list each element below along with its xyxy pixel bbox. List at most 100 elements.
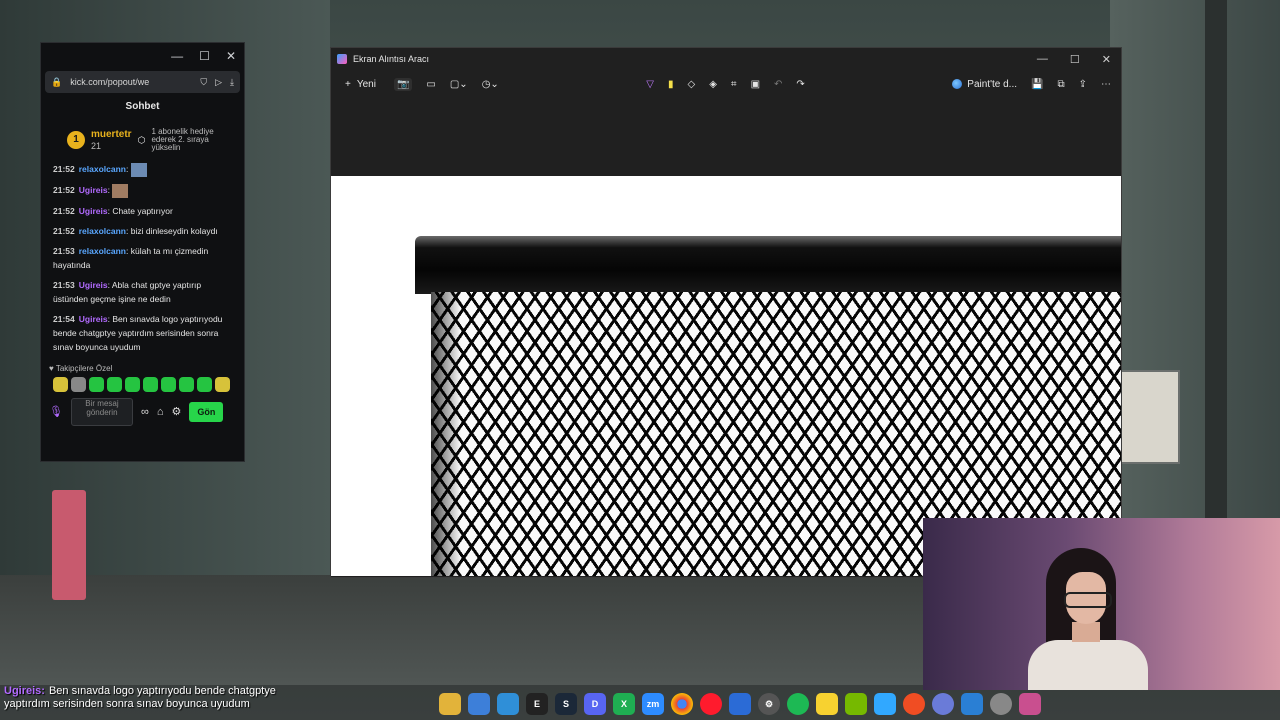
address-bar[interactable]: 🔒 kick.com/popout/we ⛉ ▷ ⤓ (45, 71, 240, 93)
emote-icon[interactable] (89, 376, 104, 392)
crop-icon[interactable]: ⌗ (731, 79, 737, 90)
store-icon[interactable]: ⌂ (157, 406, 164, 418)
new-snip-button[interactable]: + Yeni (341, 79, 380, 90)
emote-icon[interactable] (143, 376, 158, 392)
emote-bar (41, 376, 244, 392)
copy-icon[interactable]: ⧉ (1057, 79, 1064, 90)
text-actions-icon[interactable]: ▣ (751, 79, 760, 90)
photoshop-icon[interactable] (874, 693, 896, 715)
app2-icon[interactable] (903, 693, 925, 715)
shield-icon[interactable]: ⛉ (200, 77, 207, 88)
open-in-paint-button[interactable]: Paint'te d... (952, 79, 1017, 90)
chat-username[interactable]: Ugireis (79, 206, 108, 216)
chat-username[interactable]: Ugireis (79, 314, 108, 324)
maximize-icon[interactable]: ☐ (199, 49, 210, 63)
background-sign (52, 490, 86, 600)
snip-title: Ekran Alıntısı Aracı (353, 54, 430, 64)
mesh-basket-rim (415, 236, 1121, 294)
timer-icon[interactable]: ◷⌄ (482, 79, 499, 90)
paint-icon (952, 79, 963, 89)
subscriber-note: 1 abonelik hediye ederek 2. sıraya yükse… (151, 127, 214, 152)
shapes-icon[interactable]: ◈ (709, 79, 717, 90)
emote-icon[interactable] (197, 376, 212, 392)
subscriber-count: 21 (91, 141, 102, 151)
mic-icon[interactable]: 🎙 (49, 405, 63, 418)
zoom-icon[interactable]: zm (642, 693, 664, 715)
more-icon[interactable]: ⋯ (1101, 79, 1111, 90)
snipping-tool-taskbar-icon[interactable] (1019, 693, 1041, 715)
nvidia-icon[interactable] (845, 693, 867, 715)
edge-icon[interactable] (497, 693, 519, 715)
background-pole (1205, 0, 1227, 520)
emote-icon[interactable] (179, 376, 194, 392)
emote-icon[interactable] (71, 376, 86, 392)
minimize-icon[interactable]: — (171, 49, 183, 63)
link-icon[interactable]: ∞ (141, 406, 149, 418)
undo-icon[interactable]: ↶ (774, 79, 782, 90)
chat-window: — ☐ ✕ 🔒 kick.com/popout/we ⛉ ▷ ⤓ Sohbet … (40, 42, 245, 462)
subscriber-name[interactable]: muertetr (91, 129, 132, 141)
snip-titlebar: Ekran Alıntısı Aracı — ☐ ✕ (331, 48, 1121, 70)
chat-subtitle-overlay: Ugireis: Ben sınavda logo yaptırıyodu ben… (4, 685, 294, 711)
chat-titlebar: — ☐ ✕ (41, 43, 244, 69)
emote-icon[interactable] (161, 376, 176, 392)
highlighter-icon[interactable]: ▮ (668, 79, 674, 90)
store-icon[interactable] (468, 693, 490, 715)
chat-username[interactable]: relaxolcann (79, 246, 126, 256)
play-icon[interactable]: ▷ (215, 77, 222, 88)
chat-username[interactable]: Ugireis (79, 280, 108, 290)
url-text[interactable]: kick.com/popout/we (70, 77, 192, 87)
emotes-title: ♥ Takipçilere Özel (49, 363, 113, 373)
close-icon[interactable]: ✕ (1102, 53, 1111, 66)
save-icon[interactable]: 💾 (1031, 79, 1043, 90)
chat-message: 21:52 relaxolcann: (53, 162, 236, 177)
maximize-icon[interactable]: ☐ (1070, 53, 1080, 66)
settings-icon[interactable]: ⚙ (171, 405, 181, 418)
chat-message-input[interactable]: Bir mesaj gönderin (70, 397, 133, 426)
chat-message: 21:52 Ugireis: Chate yaptırıyor (53, 205, 173, 216)
chat-username[interactable]: Ugireis (79, 185, 108, 195)
camera-icon[interactable]: 📷 (393, 77, 413, 91)
emote-image (112, 183, 129, 198)
emote-icon[interactable] (215, 376, 230, 392)
send-button[interactable]: Gön (189, 401, 224, 422)
steam-icon[interactable]: S (555, 693, 577, 715)
chat-username[interactable]: relaxolcann (79, 164, 126, 174)
eraser-icon[interactable]: ◇ (688, 79, 696, 90)
chat-message: 21:52 relaxolcann: bizi dinleseydin kolay… (53, 225, 218, 236)
share-icon[interactable]: ⇪ (1079, 79, 1087, 90)
spotify-icon[interactable] (787, 693, 809, 715)
minimize-icon[interactable]: — (1037, 53, 1048, 66)
chat-title: Sohbet (125, 101, 160, 112)
app4-icon[interactable] (990, 693, 1012, 715)
chrome-icon[interactable] (671, 693, 693, 715)
opera-icon[interactable] (700, 693, 722, 715)
chat-message: 21:53 relaxolcann: külah ta mı çizmedin h… (53, 245, 209, 270)
file-explorer-icon[interactable] (439, 693, 461, 715)
snip-mode-icon[interactable]: ▢⌄ (450, 79, 468, 90)
download-icon[interactable]: ⤓ (230, 77, 234, 88)
emote-image (130, 162, 147, 177)
close-icon[interactable]: ✕ (226, 49, 236, 63)
app-icon[interactable] (729, 693, 751, 715)
subscriber-leaderboard: 1 muertetr 21 ⬡ 1 abonelik hediye ederek… (41, 112, 244, 162)
emote-icon[interactable] (107, 376, 122, 392)
snipping-tool-icon (337, 54, 347, 64)
vscode-icon[interactable] (961, 693, 983, 715)
app3-icon[interactable] (932, 693, 954, 715)
snip-toolbar: + Yeni 📷 ▭ ▢⌄ ◷⌄ ▽ ▮ ◇ ◈ ⌗ ▣ ↶ ↷ Paint'te… (331, 70, 1121, 98)
xbox-icon[interactable]: X (613, 693, 635, 715)
background-vending-machine (1118, 370, 1180, 464)
pen-icon[interactable]: ▽ (646, 79, 654, 90)
video-icon[interactable]: ▭ (426, 79, 435, 90)
subtitle-username: Ugireis: (4, 685, 45, 697)
emote-icon[interactable] (53, 376, 68, 392)
emote-icon[interactable] (125, 376, 140, 392)
redo-icon[interactable]: ↷ (796, 79, 804, 90)
notes-icon[interactable] (816, 693, 838, 715)
gift-icon: ⬡ (137, 134, 146, 145)
settings-icon[interactable]: ⚙ (758, 693, 780, 715)
epic-games-icon[interactable]: E (526, 693, 548, 715)
discord-icon[interactable]: D (584, 693, 606, 715)
chat-username[interactable]: relaxolcann (79, 226, 126, 236)
